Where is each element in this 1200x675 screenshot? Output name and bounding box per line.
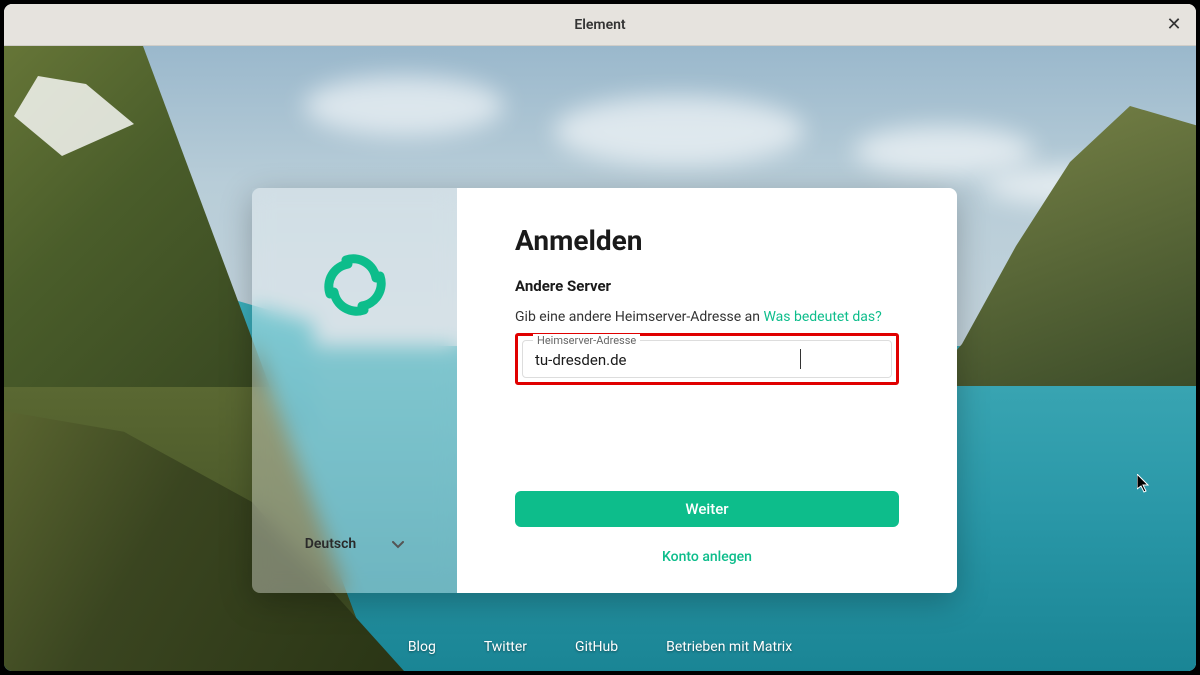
language-label: Deutsch bbox=[305, 536, 356, 552]
footer-twitter-link[interactable]: Twitter bbox=[484, 639, 527, 655]
homeserver-input[interactable]: Heimserver-Adresse tu-dresden.de bbox=[522, 340, 892, 378]
content-area: Deutsch Anmelden Andere Server Gib eine … bbox=[4, 46, 1196, 671]
continue-button[interactable]: Weiter bbox=[515, 491, 899, 527]
page-title: Anmelden bbox=[515, 224, 899, 257]
footer-blog-link[interactable]: Blog bbox=[408, 639, 436, 655]
help-text: Gib eine andere Heimserver-Adresse an Wa… bbox=[515, 309, 899, 325]
auth-sidebar: Deutsch bbox=[252, 188, 457, 593]
window-title: Element bbox=[574, 17, 625, 33]
chevron-down-icon bbox=[392, 534, 404, 553]
element-logo-icon bbox=[318, 248, 392, 322]
footer-powered-link[interactable]: Betrieben mit Matrix bbox=[666, 639, 792, 655]
create-account-link[interactable]: Konto anlegen bbox=[515, 549, 899, 565]
homeserver-input-highlight: Heimserver-Adresse tu-dresden.de bbox=[515, 333, 899, 385]
language-selector[interactable]: Deutsch bbox=[293, 526, 416, 561]
close-button[interactable]: ✕ bbox=[1164, 15, 1184, 35]
help-link[interactable]: Was bedeutet das? bbox=[763, 309, 881, 325]
auth-form: Anmelden Andere Server Gib eine andere H… bbox=[457, 188, 957, 593]
auth-card: Deutsch Anmelden Andere Server Gib eine … bbox=[252, 188, 957, 593]
section-title: Andere Server bbox=[515, 277, 899, 295]
footer-github-link[interactable]: GitHub bbox=[575, 639, 618, 655]
app-window: Element ✕ bbox=[4, 4, 1196, 671]
titlebar: Element ✕ bbox=[4, 4, 1196, 46]
text-cursor bbox=[800, 349, 801, 369]
close-icon: ✕ bbox=[1166, 14, 1181, 35]
footer-links: Blog Twitter GitHub Betrieben mit Matrix bbox=[4, 639, 1196, 655]
input-label: Heimserver-Adresse bbox=[533, 334, 640, 347]
input-value: tu-dresden.de bbox=[535, 351, 879, 369]
